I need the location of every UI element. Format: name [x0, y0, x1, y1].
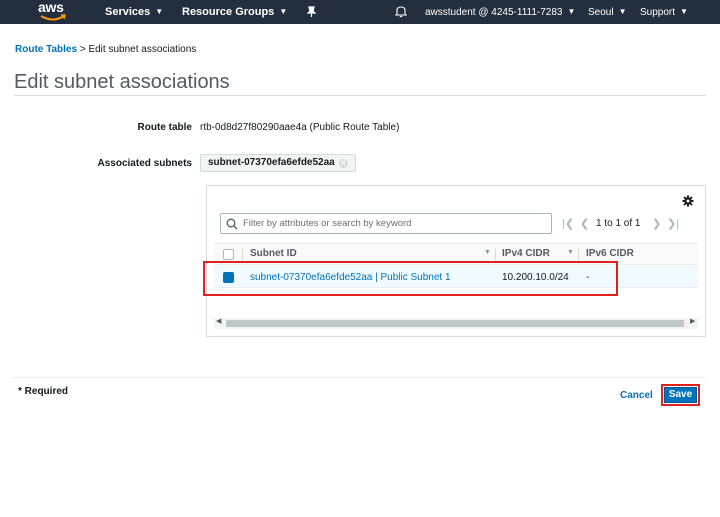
page-title: Edit subnet associations — [14, 71, 230, 93]
column-divider — [242, 248, 243, 262]
region-label: Seoul — [588, 7, 614, 18]
column-header-subnet-id[interactable]: Subnet ID — [250, 248, 297, 259]
pagination-text: 1 to 1 of 1 — [596, 218, 641, 229]
support-label: Support — [640, 7, 676, 18]
chevron-down-icon: ▼ — [567, 7, 576, 16]
top-navigation-bar: aws Services ▼ Resource Groups ▼ awsstuden… — [0, 0, 720, 24]
aws-smile-icon — [40, 14, 66, 21]
column-divider — [578, 248, 579, 262]
support-menu[interactable]: Support ▼ — [640, 0, 688, 24]
sort-icon[interactable]: ▼ — [484, 249, 491, 256]
services-menu[interactable]: Services ▼ — [105, 0, 163, 24]
footer-divider — [12, 377, 706, 378]
associated-subnet-token-text: subnet-07370efa6efde52aa — [208, 157, 335, 168]
last-page-icon[interactable]: ❯| — [667, 217, 679, 230]
select-all-checkbox[interactable] — [223, 249, 234, 260]
breadcrumb-route-tables-link[interactable]: Route Tables — [15, 44, 77, 55]
sort-icon[interactable]: ▼ — [567, 249, 574, 256]
chevron-down-icon: ▼ — [680, 7, 688, 16]
chevron-down-icon: ▼ — [618, 7, 627, 16]
bell-shape — [394, 6, 408, 18]
previous-page-icon[interactable]: ❮ — [580, 217, 589, 230]
associated-subnets-label: Associated subnets — [97, 158, 192, 169]
column-header-ipv4-cidr[interactable]: IPv4 CIDR — [502, 248, 550, 259]
resource-groups-label: Resource Groups — [182, 6, 275, 18]
aws-logo-text: aws — [38, 0, 64, 15]
remove-token-icon[interactable]: ✕ — [338, 159, 348, 168]
pin-shape — [306, 6, 317, 17]
required-note: * Required — [18, 386, 69, 397]
cancel-button[interactable]: Cancel — [620, 390, 653, 401]
row-highlight-annotation — [203, 261, 618, 296]
region-menu[interactable]: Seoul ▼ — [588, 0, 627, 24]
column-header-ipv6-cidr[interactable]: IPv6 CIDR — [586, 248, 634, 259]
chevron-down-icon: ▼ — [155, 7, 164, 16]
horizontal-scrollbar[interactable]: ◀ ▶ — [214, 318, 698, 329]
breadcrumb: Route Tables > Edit subnet associations — [15, 44, 196, 55]
search-input[interactable]: Filter by attributes or search by keywor… — [220, 213, 552, 234]
first-page-icon[interactable]: |❮ — [562, 217, 574, 230]
breadcrumb-separator: > — [79, 44, 86, 55]
account-label: awsstudent @ 4245-1111-7283 — [425, 7, 563, 18]
search-icon — [226, 218, 238, 230]
scroll-left-icon[interactable]: ◀ — [216, 317, 221, 325]
route-table-label: Route table — [137, 122, 192, 133]
next-page-icon[interactable]: ❯ — [652, 217, 661, 230]
route-table-value: rtb-0d8d27f80290aae4a (Public Route Tabl… — [200, 122, 400, 133]
save-button[interactable]: Save — [664, 387, 697, 403]
column-divider — [495, 248, 496, 262]
pin-icon[interactable] — [306, 0, 317, 24]
chevron-down-icon: ▼ — [279, 7, 288, 16]
scrollbar-thumb[interactable] — [226, 320, 684, 327]
aws-logo[interactable]: aws — [38, 0, 68, 23]
associated-subnet-token: subnet-07370efa6efde52aa ✕ — [200, 154, 356, 172]
bell-icon[interactable] — [394, 0, 408, 24]
search-placeholder: Filter by attributes or search by keywor… — [243, 218, 412, 229]
resource-groups-menu[interactable]: Resource Groups ▼ — [182, 0, 287, 24]
gear-icon[interactable] — [682, 195, 694, 207]
title-divider — [14, 95, 706, 96]
services-label: Services — [105, 6, 151, 18]
account-menu[interactable]: awsstudent @ 4245-1111-7283 ▼ — [425, 0, 575, 24]
scroll-right-icon[interactable]: ▶ — [690, 317, 695, 325]
breadcrumb-current: Edit subnet associations — [88, 44, 197, 55]
